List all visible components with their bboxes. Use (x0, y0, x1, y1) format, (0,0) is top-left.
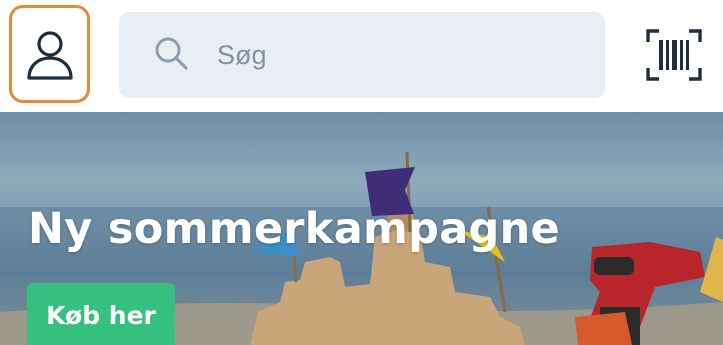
hero-title: Ny sommerkampagne (28, 204, 560, 254)
hero-banner: Ny sommerkampagne Køb her (0, 112, 723, 345)
search-icon (155, 37, 188, 70)
barcode-scan-button[interactable] (645, 28, 703, 87)
search-bar[interactable] (119, 12, 605, 98)
buy-here-button[interactable]: Køb her (27, 283, 175, 345)
barcode-icon (646, 29, 702, 81)
profile-button[interactable] (9, 5, 90, 103)
user-icon (27, 31, 73, 80)
top-bar (0, 0, 723, 112)
search-input[interactable] (217, 34, 577, 76)
